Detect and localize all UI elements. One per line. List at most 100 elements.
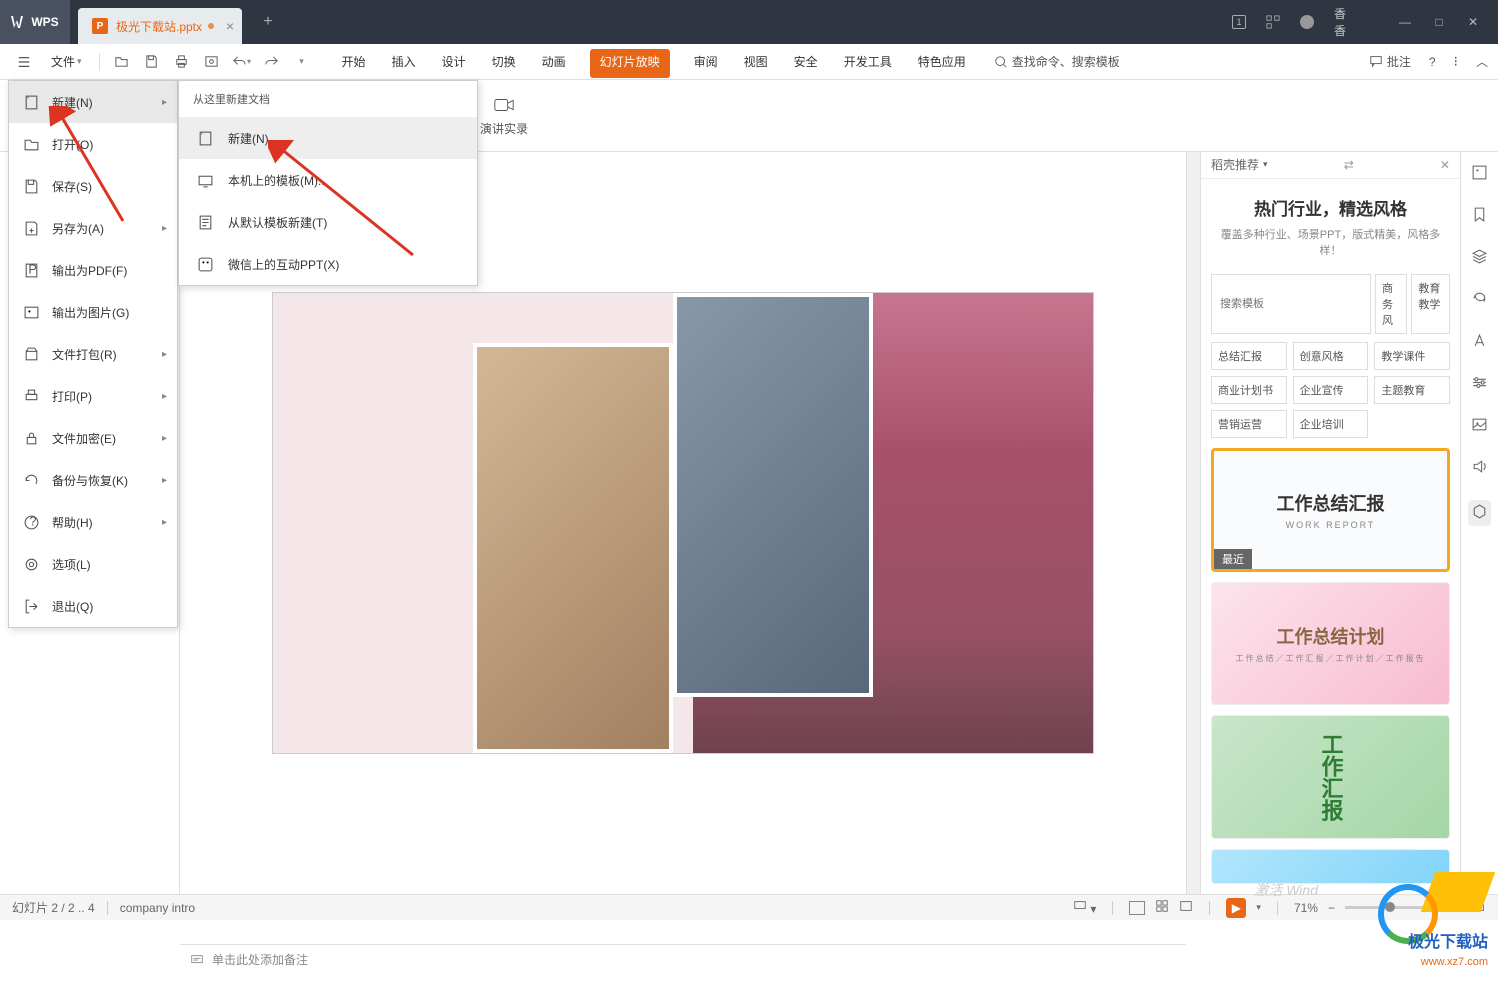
- recent-badge: 最近: [1214, 549, 1252, 569]
- templates-panel: 稻壳推荐 ▾ ⇄ ✕ 热门行业，精选风格 覆盖多种行业、场景PPT，版式精美，风…: [1200, 152, 1460, 894]
- normal-view-icon[interactable]: [1129, 901, 1145, 915]
- user-avatar[interactable]: [1300, 15, 1314, 29]
- record-presentation[interactable]: 演讲实录: [480, 94, 528, 137]
- file-label: 文件: [51, 53, 75, 70]
- slide-counter: 幻灯片 2 / 2 .. 4: [12, 899, 95, 916]
- tag-item[interactable]: 主题教育: [1374, 376, 1450, 404]
- image-icon[interactable]: [1471, 416, 1488, 436]
- wps-logo[interactable]: WPS: [0, 0, 70, 44]
- menu-new[interactable]: 新建(N)▸: [9, 81, 177, 123]
- tab-transition[interactable]: 切换: [490, 45, 518, 78]
- template-item-3[interactable]: 工作汇报: [1211, 715, 1450, 838]
- fit-icon[interactable]: [1472, 899, 1486, 916]
- submenu-wechat-ppt[interactable]: 微信上的互动PPT(X): [179, 243, 477, 285]
- submenu-default-template[interactable]: 从默认模板新建(T): [179, 201, 477, 243]
- zoom-slider[interactable]: [1345, 906, 1445, 909]
- document-tab[interactable]: P 极光下载站.pptx ×: [78, 8, 242, 44]
- zoom-out-icon[interactable]: −: [1328, 901, 1335, 915]
- menu-help[interactable]: ?帮助(H)▸: [9, 501, 177, 543]
- submenu-local-template[interactable]: 本机上的模板(M)...: [179, 159, 477, 201]
- tag-item[interactable]: 营销运营: [1211, 410, 1287, 438]
- new-tab-button[interactable]: +: [254, 8, 282, 36]
- close-tab-icon[interactable]: ×: [226, 18, 234, 34]
- svg-text:P: P: [28, 262, 37, 277]
- menu-exit[interactable]: 退出(Q): [9, 585, 177, 627]
- redo-icon[interactable]: [260, 50, 284, 74]
- save-icon[interactable]: [140, 50, 164, 74]
- tab-insert[interactable]: 插入: [390, 45, 418, 78]
- layers-icon[interactable]: [1471, 248, 1488, 268]
- tab-start[interactable]: 开始: [340, 45, 368, 78]
- menu-open[interactable]: 打开(O): [9, 123, 177, 165]
- template-item-1[interactable]: 工作总结汇报WORK REPORT 最近: [1211, 448, 1450, 572]
- close-window-icon[interactable]: ✕: [1466, 15, 1480, 29]
- panel-heading: 热门行业，精选风格: [1211, 195, 1450, 220]
- help-icon[interactable]: ?: [1429, 55, 1436, 69]
- tag-item[interactable]: 企业宣传: [1293, 376, 1369, 404]
- tab-animation[interactable]: 动画: [540, 45, 568, 78]
- collapse-ribbon-icon[interactable]: ⁝: [1454, 53, 1458, 70]
- template-search-input[interactable]: [1211, 274, 1371, 334]
- print-icon[interactable]: [170, 50, 194, 74]
- menu-backup[interactable]: 备份与恢复(K)▸: [9, 459, 177, 501]
- sorter-view-icon[interactable]: [1155, 899, 1169, 916]
- reading-view-icon[interactable]: [1179, 899, 1193, 916]
- maximize-icon[interactable]: □: [1432, 15, 1446, 29]
- sound-icon[interactable]: [1471, 458, 1488, 478]
- notification-icon[interactable]: 1: [1232, 15, 1246, 29]
- search-commands[interactable]: 查找命令、搜索模板: [994, 53, 1120, 70]
- template-item-4[interactable]: [1211, 849, 1450, 884]
- apps-icon[interactable]: [1266, 15, 1280, 29]
- tab-view[interactable]: 视图: [742, 45, 770, 78]
- bookmark-icon[interactable]: [1471, 206, 1488, 226]
- menu-pdf[interactable]: P输出为PDF(F): [9, 249, 177, 291]
- tag-item[interactable]: 教学课件: [1374, 342, 1450, 370]
- refresh-icon[interactable]: [1471, 290, 1488, 310]
- menu-options[interactable]: 选项(L): [9, 543, 177, 585]
- menu-pack[interactable]: 文件打包(R)▸: [9, 333, 177, 375]
- panel-close-icon[interactable]: ✕: [1440, 158, 1450, 172]
- open-icon[interactable]: [110, 50, 134, 74]
- tab-design[interactable]: 设计: [440, 45, 468, 78]
- tag-item[interactable]: 企业培训: [1293, 410, 1369, 438]
- windows-activate-text: 激活 Wind: [1254, 880, 1318, 900]
- section-name: company intro: [120, 901, 195, 915]
- ribbon-toggle-icon[interactable]: ︿: [1476, 53, 1488, 70]
- menu-print[interactable]: 打印(P)▸: [9, 375, 177, 417]
- menu-save[interactable]: 保存(S): [9, 165, 177, 207]
- menu-img[interactable]: 输出为图片(G): [9, 291, 177, 333]
- menu-saveas[interactable]: 另存为(A)▸: [9, 207, 177, 249]
- annotate-button[interactable]: 批注: [1369, 53, 1410, 70]
- tab-special[interactable]: 特色应用: [916, 45, 968, 78]
- tag-item[interactable]: 商业计划书: [1211, 376, 1287, 404]
- preview-icon[interactable]: [200, 50, 224, 74]
- tab-review[interactable]: 审阅: [692, 45, 720, 78]
- file-menu-button[interactable]: 文件 ▾: [44, 48, 89, 75]
- tag-business[interactable]: 商务风: [1375, 274, 1407, 334]
- tag-education[interactable]: 教育教学: [1411, 274, 1450, 334]
- panel-settings-icon[interactable]: ⇄: [1344, 158, 1354, 172]
- tab-slideshow[interactable]: 幻灯片放映: [590, 49, 670, 78]
- tab-developer[interactable]: 开发工具: [842, 45, 894, 78]
- submenu-new[interactable]: 新建(N): [179, 117, 477, 159]
- file-dropdown-menu: 新建(N)▸ 打开(O) 保存(S) 另存为(A)▸ P输出为PDF(F) 输出…: [8, 80, 178, 628]
- vertical-scrollbar[interactable]: [1186, 152, 1200, 894]
- minimize-icon[interactable]: —: [1398, 15, 1412, 29]
- zoom-value[interactable]: 71%: [1294, 901, 1318, 915]
- design-icon[interactable]: [1471, 164, 1488, 184]
- font-icon[interactable]: [1471, 332, 1488, 352]
- template-item-2[interactable]: 工作总结计划工作总结／工作汇报／工作计划／工作报告: [1211, 582, 1450, 705]
- settings-icon[interactable]: [1471, 374, 1488, 394]
- slideshow-play-icon[interactable]: ▶: [1226, 898, 1246, 918]
- zoom-in-icon[interactable]: +: [1455, 901, 1462, 915]
- tab-security[interactable]: 安全: [792, 45, 820, 78]
- menu-button[interactable]: [10, 50, 38, 74]
- tag-item[interactable]: 创意风格: [1293, 342, 1369, 370]
- tag-item[interactable]: 总结汇报: [1211, 342, 1287, 370]
- notes-placeholder[interactable]: 单击此处添加备注: [212, 951, 308, 968]
- hexagon-icon[interactable]: [1468, 500, 1491, 526]
- notes-toggle-icon[interactable]: ▾: [1073, 899, 1096, 916]
- qat-dropdown[interactable]: ▾: [290, 50, 314, 74]
- undo-icon[interactable]: ▾: [230, 50, 254, 74]
- menu-encrypt[interactable]: 文件加密(E)▸: [9, 417, 177, 459]
